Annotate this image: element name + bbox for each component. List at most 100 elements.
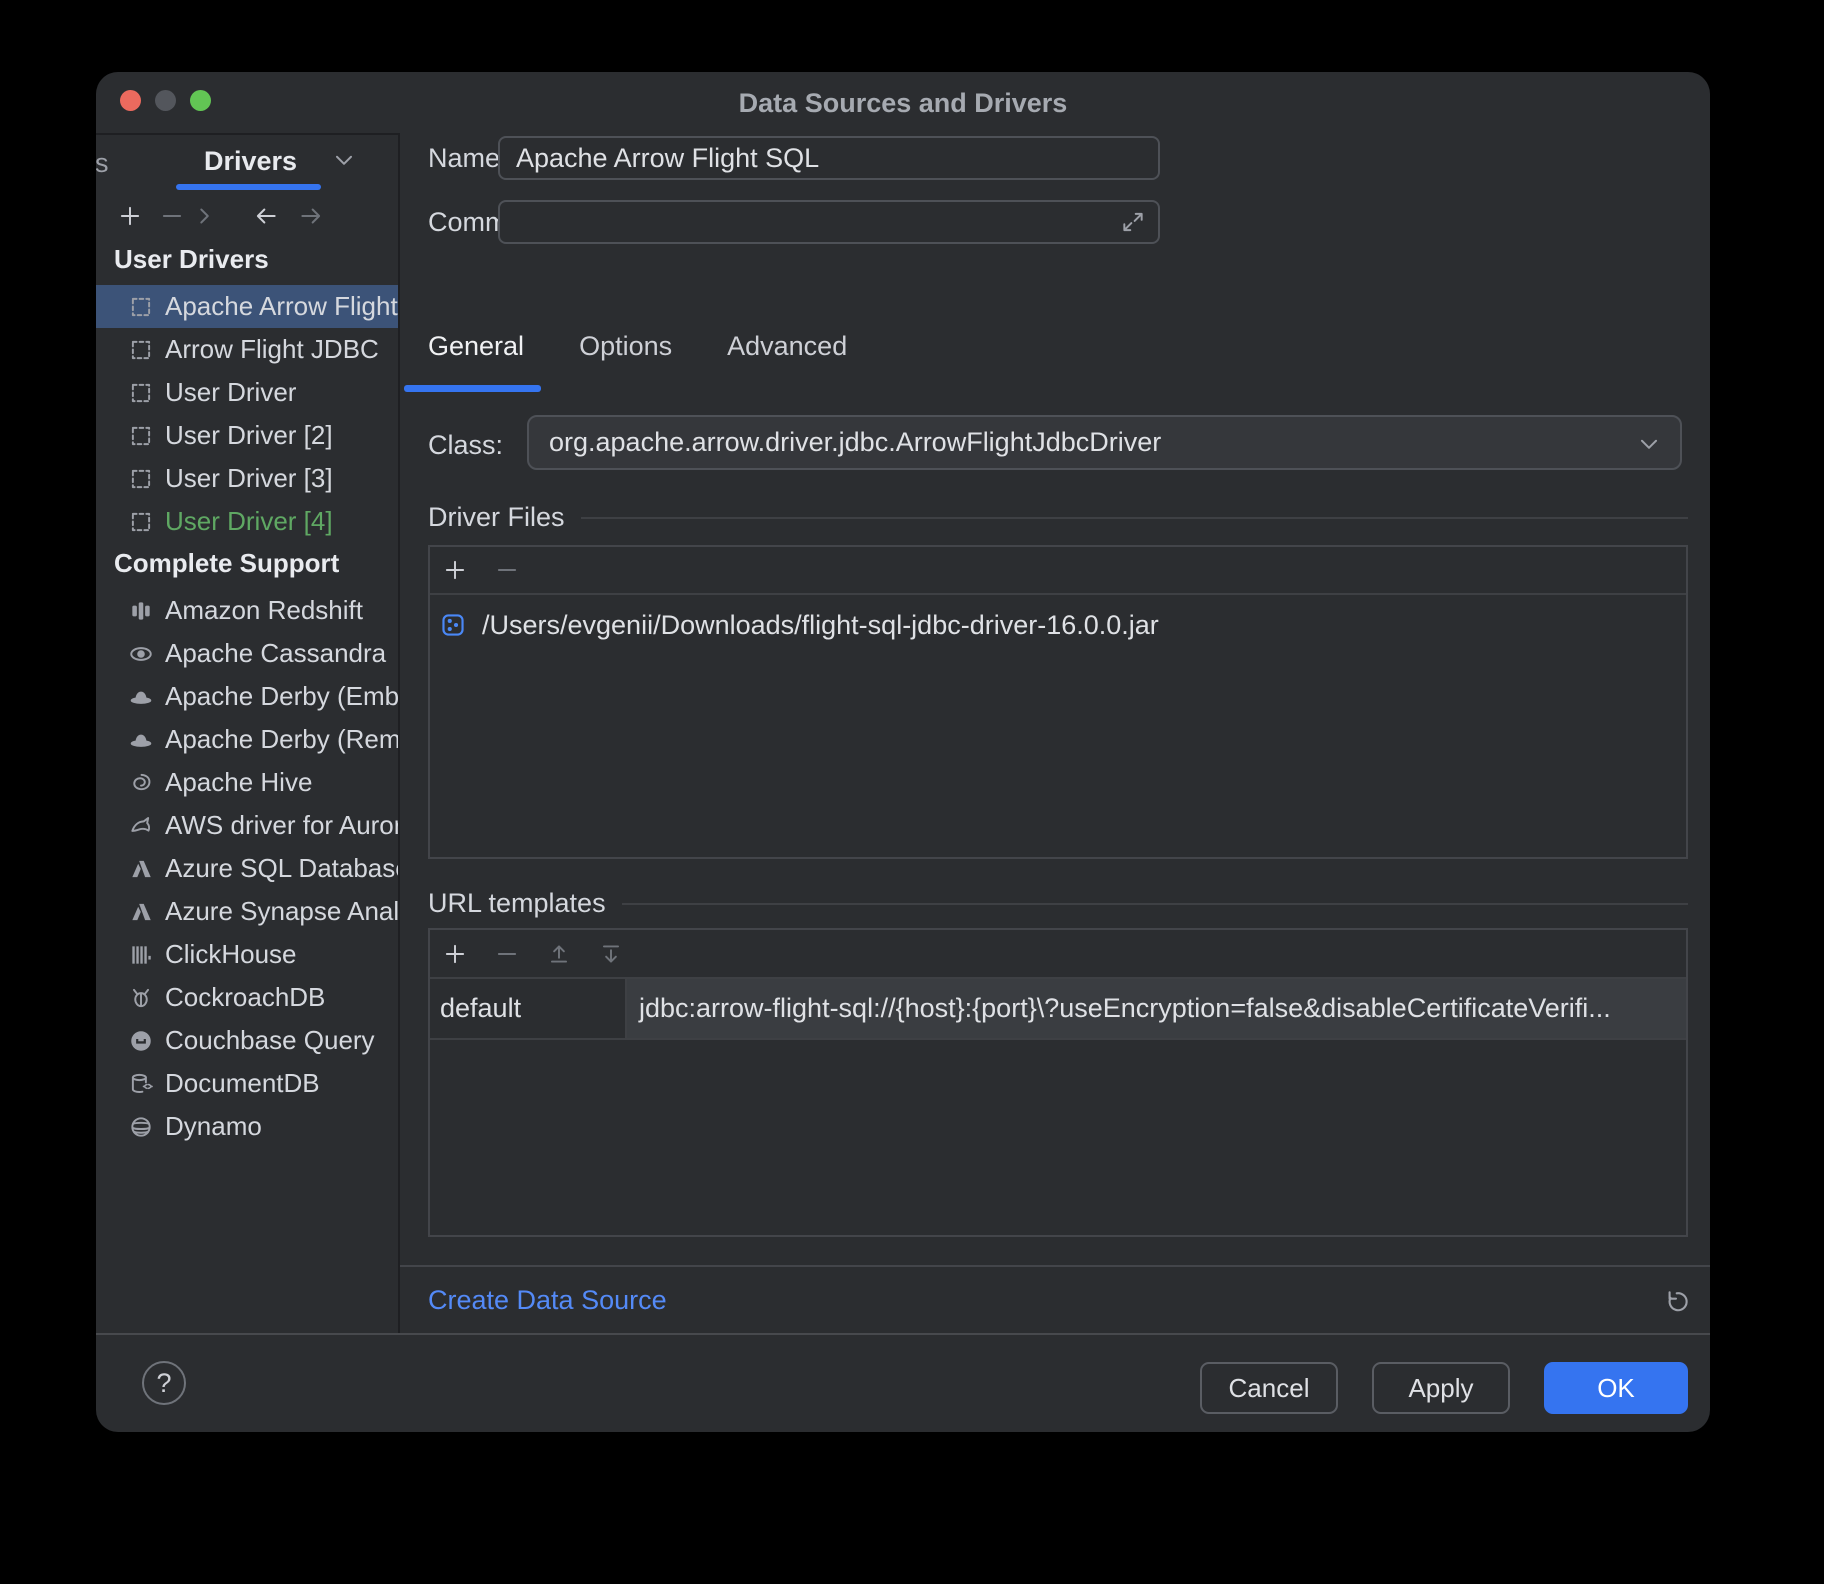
comment-input[interactable] [498,200,1160,244]
cockroach-icon [128,985,154,1011]
sidebar-item-label: AWS driver for Aurora MySQL [165,810,398,841]
user-driver-icon [128,509,154,535]
expand-icon[interactable] [1120,209,1146,235]
chevron-down-icon[interactable] [331,147,357,173]
class-dropdown[interactable]: org.apache.arrow.driver.jdbc.ArrowFlight… [527,415,1682,470]
dialog-footer: ? Cancel Apply OK [96,1333,1710,1432]
documentdb-icon [128,1071,154,1097]
sidebar-toolbar [96,191,398,241]
driver-files-toolbar [430,547,1686,595]
driver-file-row[interactable]: /Users/evgenii/Downloads/flight-sql-jdbc… [430,603,1686,647]
sidebar: es Drivers User Drivers Apache Arrow Flig… [96,133,400,1333]
sidebar-item-label: CockroachDB [165,982,325,1013]
url-template-name[interactable]: default [430,979,627,1038]
arrow-right-icon[interactable] [298,203,324,229]
remove-icon[interactable] [494,941,520,967]
add-icon[interactable] [442,557,468,583]
sidebar-section-header: User Drivers [96,245,398,273]
user-driver-icon [128,337,154,363]
remove-icon[interactable] [494,557,520,583]
ok-button[interactable]: OK [1544,1362,1688,1414]
url-templates-toolbar [430,930,1686,979]
sidebar-item-dynamo[interactable]: Dynamo [96,1105,398,1148]
name-input[interactable] [498,136,1160,180]
move-down-icon[interactable] [598,941,624,967]
sidebar-item-arrow-flight-jdbc[interactable]: Arrow Flight JDBC [96,328,398,371]
sidebar-item-label: Azure Synapse Analytics [165,896,398,927]
add-icon[interactable] [117,203,143,229]
sidebar-item-clickhouse[interactable]: ClickHouse [96,933,398,976]
move-up-icon[interactable] [546,941,572,967]
class-label: Class: [428,430,530,461]
sidebar-item-label: User Driver [4] [165,506,333,537]
sidebar-item-label: Apache Arrow Flight SQL [165,291,398,322]
user-driver-icon [128,380,154,406]
sidebar-item-user-driver-4-[interactable]: User Driver [4] [96,500,398,543]
azure-icon [128,856,154,882]
sidebar-item-azure-sql-database[interactable]: Azure SQL Database [96,847,398,890]
sidebar-item-azure-synapse-analytics[interactable]: Azure Synapse Analytics [96,890,398,933]
apply-button[interactable]: Apply [1372,1362,1510,1414]
sidebar-item-documentdb[interactable]: DocumentDB [96,1062,398,1105]
sidebar-item-user-driver-3-[interactable]: User Driver [3] [96,457,398,500]
derby-icon [128,684,154,710]
data-sources-dialog: Data Sources and Drivers es Drivers User… [96,72,1710,1432]
tab-general[interactable]: General [428,331,524,368]
sidebar-item-label: Arrow Flight JDBC [165,334,379,365]
tab-advanced[interactable]: Advanced [727,331,847,368]
sidebar-item-label: Dynamo [165,1111,262,1142]
driver-detail-panel: Name: Comment: GeneralOptionsAdvanced Cl… [400,133,1710,1333]
sidebar-item-label: Amazon Redshift [165,595,363,626]
url-template-row[interactable]: defaultjdbc:arrow-flight-sql://{host}:{p… [430,979,1686,1040]
sidebar-item-label: Couchbase Query [165,1025,375,1056]
url-templates-header: URL templates [428,888,1688,919]
couchbase-icon [128,1028,154,1054]
sidebar-item-label: Azure SQL Database [165,853,398,884]
sidebar-item-couchbase-query[interactable]: Couchbase Query [96,1019,398,1062]
help-button[interactable]: ? [142,1361,186,1405]
sidebar-item-apache-hive[interactable]: Apache Hive [96,761,398,804]
derby-icon [128,727,154,753]
clickhouse-icon [128,942,154,968]
title-bar[interactable]: Data Sources and Drivers [96,72,1710,133]
sidebar-item-apache-cassandra[interactable]: Apache Cassandra [96,632,398,675]
sidebar-item-apache-derby-remote-[interactable]: Apache Derby (Remote) [96,718,398,761]
sidebar-item-label: DocumentDB [165,1068,320,1099]
sidebar-item-user-driver[interactable]: User Driver [96,371,398,414]
cassandra-icon [128,641,154,667]
driver-files-header: Driver Files [428,502,1688,533]
driver-file-path: /Users/evgenii/Downloads/flight-sql-jdbc… [482,610,1159,641]
url-template-value[interactable]: jdbc:arrow-flight-sql://{host}:{port}\?u… [627,979,1686,1038]
tab-data-sources[interactable]: es [96,148,109,179]
window-title: Data Sources and Drivers [96,88,1710,119]
sidebar-item-label: User Driver [3] [165,463,333,494]
tab-options[interactable]: Options [579,331,672,368]
cancel-button[interactable]: Cancel [1200,1362,1338,1414]
sidebar-item-cockroachdb[interactable]: CockroachDB [96,976,398,1019]
active-tab-underline [176,184,321,190]
driver-files-panel: /Users/evgenii/Downloads/flight-sql-jdbc… [428,545,1688,859]
sidebar-item-amazon-redshift[interactable]: Amazon Redshift [96,589,398,632]
hive-icon [128,770,154,796]
arrow-left-icon[interactable] [253,203,279,229]
user-driver-icon [128,466,154,492]
chevron-right-icon[interactable] [191,203,217,229]
tab-drivers[interactable]: Drivers [204,146,297,177]
class-value: org.apache.arrow.driver.jdbc.ArrowFlight… [549,427,1161,458]
chevron-down-icon [1636,431,1662,457]
undo-icon[interactable] [1662,1287,1690,1315]
add-icon[interactable] [442,941,468,967]
sidebar-item-label: User Driver [2] [165,420,333,451]
sidebar-item-apache-arrow-flight-sql[interactable]: Apache Arrow Flight SQL [96,285,398,328]
sidebar-item-label: Apache Derby (Embedded) [165,681,398,712]
remove-icon[interactable] [159,203,185,229]
sidebar-item-user-driver-2-[interactable]: User Driver [2] [96,414,398,457]
sidebar-item-apache-derby-embedded-[interactable]: Apache Derby (Embedded) [96,675,398,718]
aws-icon [128,813,154,839]
divider [581,517,1688,519]
sidebar-item-label: Apache Cassandra [165,638,386,669]
create-data-source-link[interactable]: Create Data Source [428,1285,667,1316]
redshift-icon [128,598,154,624]
sidebar-item-aws-driver-for-aurora-mysql[interactable]: AWS driver for Aurora MySQL [96,804,398,847]
user-driver-icon [128,294,154,320]
